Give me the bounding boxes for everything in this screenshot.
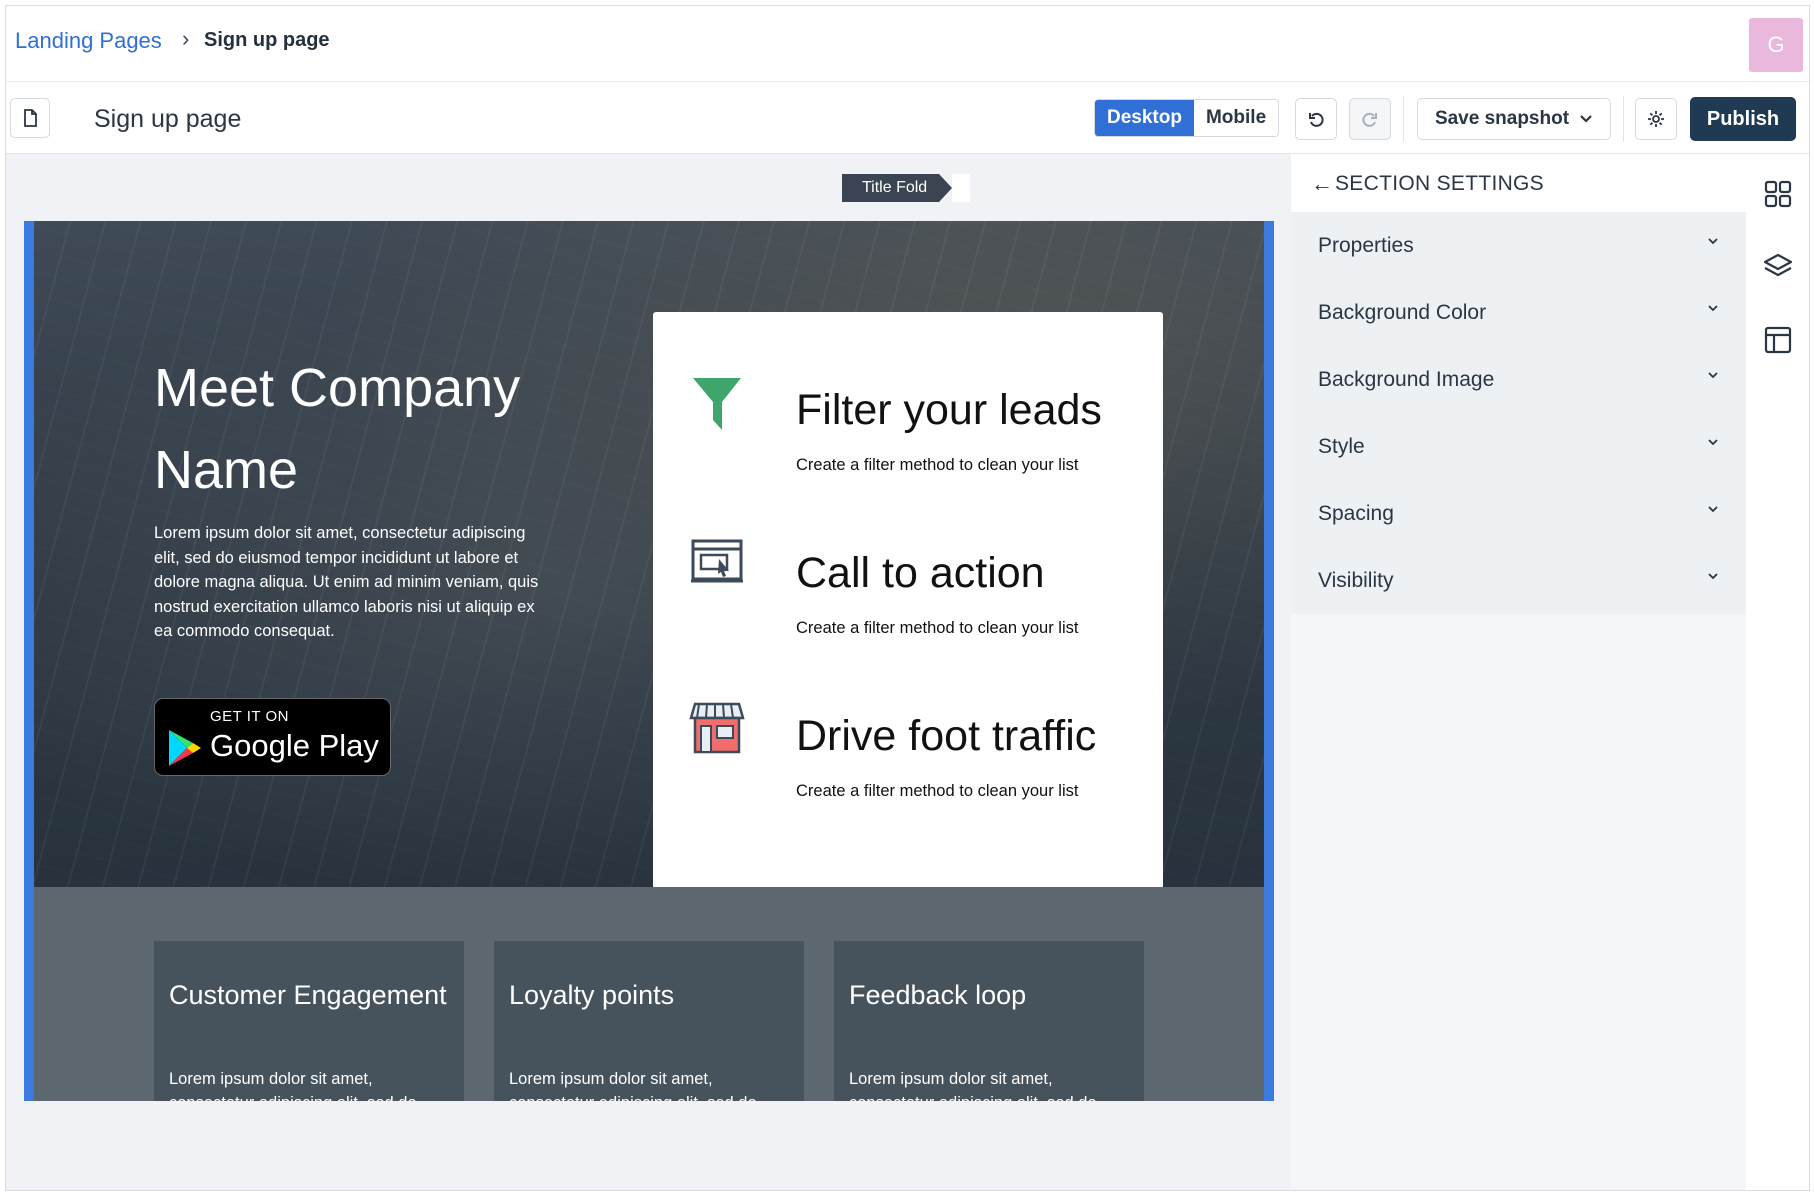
info-card[interactable]: Customer Engagement Lorem ipsum dolor si… (154, 941, 464, 1101)
accordion-label: Spacing (1318, 502, 1394, 525)
card-title: Customer Engagement (169, 980, 447, 1010)
app-window: Landing Pages › Sign up page G Sign up p… (5, 5, 1810, 1191)
click-screen-icon (691, 539, 743, 583)
page-icon (24, 109, 37, 127)
title-fold-tag[interactable]: Title Fold (842, 174, 971, 202)
google-play-line2: Google Play (210, 728, 379, 763)
accordion-label: Properties (1318, 234, 1414, 257)
hero-title[interactable]: Meet Company Name (154, 347, 574, 511)
google-play-icon (169, 730, 201, 766)
settings-header: ← SECTION SETTINGS (1291, 154, 1746, 212)
google-play-line1: GET IT ON (210, 708, 289, 725)
breadcrumb-bar: Landing Pages › Sign up page G (6, 6, 1809, 82)
feature-description: Create a filter method to clean your lis… (796, 782, 1079, 800)
card-body: Lorem ipsum dolor sit amet, consectetur … (509, 1070, 757, 1101)
section-settings-panel: ← SECTION SETTINGS Properties Background… (1291, 154, 1746, 1190)
feature-card[interactable]: Filter your leads Create a filter method… (653, 312, 1163, 889)
breadcrumb-current: Sign up page (204, 29, 330, 51)
chevron-down-icon (1708, 305, 1718, 312)
device-desktop-button[interactable]: Desktop (1095, 100, 1194, 136)
card-body: Lorem ipsum dolor sit amet, consectetur … (849, 1070, 1097, 1101)
accordion-visibility[interactable]: Visibility (1291, 547, 1746, 614)
feature-item[interactable]: Call to action Create a filter method to… (653, 537, 1163, 677)
grid-icon[interactable] (1762, 178, 1794, 210)
feature-item[interactable]: Filter your leads Create a filter method… (653, 374, 1163, 514)
chevron-down-icon (1708, 506, 1718, 513)
user-avatar[interactable]: G (1749, 18, 1803, 72)
storefront-icon (689, 702, 745, 754)
card-title: Feedback loop (849, 980, 1027, 1010)
info-card[interactable]: Loyalty points Lorem ipsum dolor sit ame… (494, 941, 804, 1101)
save-snapshot-button[interactable]: Save snapshot (1417, 98, 1611, 140)
toolbar-divider (1403, 96, 1404, 142)
feature-item[interactable]: Drive foot traffic Create a filter metho… (653, 700, 1163, 840)
chevron-down-icon (1708, 238, 1718, 245)
chevron-down-icon (1708, 573, 1718, 580)
chevron-down-icon (1708, 372, 1718, 379)
back-arrow-icon[interactable]: ← (1311, 171, 1333, 197)
hero-background: Meet Company Name Lorem ipsum dolor sit … (34, 221, 1264, 889)
accordion-label: Background Image (1318, 368, 1495, 391)
editor-toolbar: Sign up page Desktop Mobile Save snapsho… (6, 82, 1809, 154)
card-title: Loyalty points (509, 980, 675, 1010)
undo-button[interactable] (1295, 98, 1337, 140)
cards-section[interactable]: Customer Engagement Lorem ipsum dolor si… (34, 887, 1264, 1101)
feature-title: Call to action (796, 549, 1045, 597)
toolbar-divider (1623, 96, 1624, 142)
feature-description: Create a filter method to clean your lis… (796, 619, 1079, 637)
chevron-down-icon (1580, 115, 1592, 123)
settings-accordion: Properties Background Color Background I… (1291, 212, 1746, 614)
hero-body-text[interactable]: Lorem ipsum dolor sit amet, consectetur … (154, 521, 544, 644)
accordion-style[interactable]: Style (1291, 413, 1746, 480)
page-menu-button[interactable] (10, 98, 50, 138)
settings-title: SECTION SETTINGS (1335, 172, 1544, 195)
layers-icon[interactable] (1762, 251, 1794, 283)
google-play-badge[interactable]: GET IT ON Google Play (154, 698, 391, 776)
breadcrumb-landing-pages[interactable]: Landing Pages (15, 28, 162, 54)
editor-canvas: Title Fold Meet Company Name Lorem ipsum… (6, 154, 1291, 1190)
device-toggle: Desktop Mobile (1094, 99, 1280, 137)
accordion-properties[interactable]: Properties (1291, 212, 1746, 279)
accordion-background-color[interactable]: Background Color (1291, 279, 1746, 346)
accordion-label: Background Color (1318, 301, 1487, 324)
fold-tag-arrow (939, 174, 953, 202)
fold-tag-tail (952, 174, 971, 202)
feature-description: Create a filter method to clean your lis… (796, 456, 1079, 474)
selected-section[interactable]: Meet Company Name Lorem ipsum dolor sit … (24, 221, 1274, 1101)
page-settings-button[interactable] (1635, 98, 1677, 140)
accordion-background-image[interactable]: Background Image (1291, 346, 1746, 413)
breadcrumb-separator: › (182, 26, 190, 51)
funnel-icon (693, 378, 741, 430)
feature-title: Filter your leads (796, 386, 1102, 434)
card-body: Lorem ipsum dolor sit amet, consectetur … (169, 1070, 417, 1101)
layout-icon[interactable] (1762, 324, 1794, 356)
accordion-label: Style (1318, 435, 1365, 458)
undo-icon (1309, 112, 1324, 127)
accordion-spacing[interactable]: Spacing (1291, 480, 1746, 547)
redo-icon (1362, 112, 1377, 127)
chevron-down-icon (1708, 439, 1718, 446)
title-fold-label: Title Fold (842, 174, 940, 202)
save-snapshot-label: Save snapshot (1434, 108, 1570, 129)
publish-button[interactable]: Publish (1690, 97, 1796, 141)
redo-button[interactable] (1349, 98, 1391, 140)
device-mobile-button[interactable]: Mobile (1193, 100, 1279, 136)
gear-icon (1648, 111, 1664, 127)
accordion-label: Visibility (1318, 569, 1394, 592)
page-title[interactable]: Sign up page (94, 105, 241, 134)
info-card[interactable]: Feedback loop Lorem ipsum dolor sit amet… (834, 941, 1144, 1101)
feature-title: Drive foot traffic (796, 712, 1097, 760)
side-icon-rail (1746, 154, 1809, 1190)
